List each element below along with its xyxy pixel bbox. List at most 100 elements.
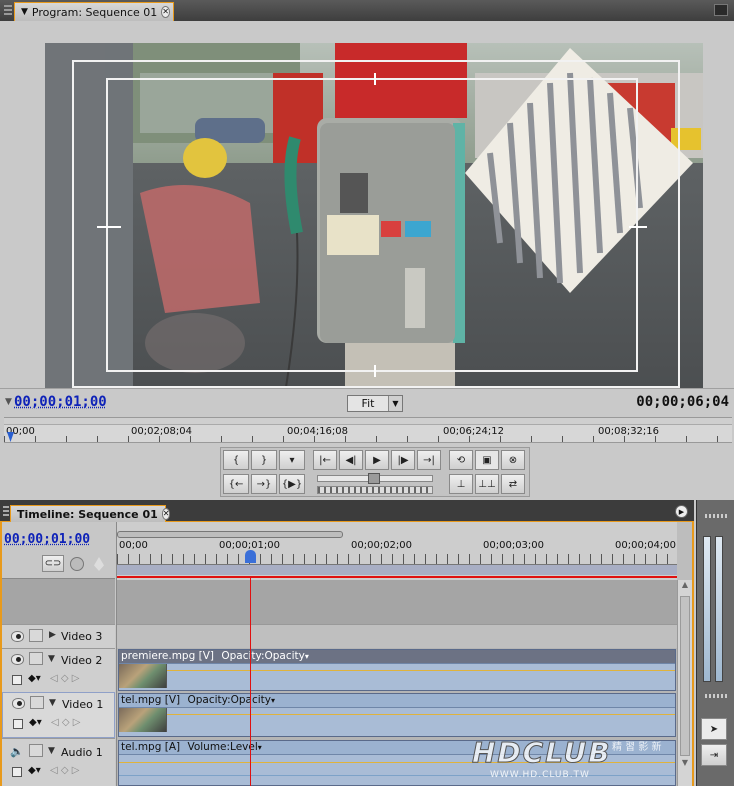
shuttle-handle[interactable] bbox=[368, 473, 380, 484]
program-time-ruler[interactable]: 00;00 00;02;08;04 00;04;16;08 00;06;24;1… bbox=[4, 417, 732, 443]
grip-icon[interactable] bbox=[705, 694, 727, 698]
zoom-value: Fit bbox=[361, 397, 375, 410]
timeline-ruler[interactable]: 00;00 00;00;01;00 00;00;02;00 00;00;03;0… bbox=[117, 522, 677, 580]
lock-toggle[interactable] bbox=[29, 652, 43, 665]
display-style-icon[interactable] bbox=[12, 767, 22, 777]
output-button[interactable]: ⊗ bbox=[501, 450, 525, 470]
keyframe-toggle-icon[interactable]: ◆▾ bbox=[29, 717, 42, 728]
keyframe-toggle-icon[interactable]: ◆▾ bbox=[28, 765, 41, 776]
set-in-point-button[interactable]: { bbox=[223, 450, 249, 470]
go-to-in-button[interactable]: {← bbox=[223, 474, 249, 494]
tools-and-meters-panel: ➤ ⇥ bbox=[696, 500, 734, 786]
clip-premiere-video[interactable]: premiere.mpg [V] Opacity:Opacity▾ bbox=[118, 649, 676, 691]
set-marker-button[interactable]: ▾ bbox=[279, 450, 305, 470]
menu-triangle-icon[interactable]: ▼ bbox=[21, 7, 28, 17]
scroll-down-icon[interactable]: ▼ bbox=[678, 758, 692, 772]
speaker-icon[interactable]: 🔈 bbox=[10, 745, 24, 758]
step-to-next-edit-button[interactable]: →| bbox=[417, 450, 441, 470]
track-header-video-3: ▶ Video 3 bbox=[2, 624, 115, 648]
ruler-tick-label: 00;08;32;16 bbox=[598, 426, 660, 437]
step-forward-button[interactable]: |▶ bbox=[391, 450, 415, 470]
clip-thumbnail bbox=[119, 708, 167, 732]
program-current-timecode[interactable]: 00;00;01;00 bbox=[14, 394, 107, 410]
program-duration-timecode: 00;00;06;04 bbox=[636, 394, 729, 410]
keyframe-toggle-icon[interactable]: ◆▾ bbox=[28, 673, 41, 684]
panel-menu-icon[interactable]: ▶ bbox=[675, 505, 688, 518]
timeline-tab-label: Timeline: Sequence 01 bbox=[17, 507, 158, 521]
scroll-up-icon[interactable]: ▲ bbox=[678, 580, 692, 594]
track-select-tool-button[interactable]: ⇥ bbox=[701, 744, 727, 766]
clip-tel-video[interactable]: tel.mpg [V] Opacity:Opacity▾ bbox=[118, 693, 676, 737]
lock-toggle[interactable] bbox=[29, 744, 43, 757]
eye-icon[interactable] bbox=[11, 654, 24, 665]
program-tab-label: Program: Sequence 01 bbox=[31, 5, 158, 19]
display-style-icon[interactable] bbox=[13, 719, 23, 729]
clip-effect-menu[interactable]: Opacity:Opacity bbox=[221, 650, 305, 662]
shuttle-slider[interactable] bbox=[317, 473, 433, 484]
clip-tel-audio[interactable]: tel.mpg [A] Volume:Level▾ bbox=[118, 740, 676, 786]
loop-button[interactable]: ⟲ bbox=[449, 450, 473, 470]
timeline-vertical-scrollbar[interactable]: ▲ ▼ bbox=[677, 580, 692, 786]
selection-tool-button[interactable]: ➤ bbox=[701, 718, 727, 740]
audio-meter-left bbox=[703, 536, 711, 682]
keyframe-nav-icon[interactable]: ◁ ◇ ▷ bbox=[50, 765, 79, 776]
collapse-triangle-icon[interactable]: ▼ bbox=[49, 698, 56, 708]
track-name: Video 3 bbox=[61, 630, 103, 643]
close-tab-icon[interactable]: ✕ bbox=[161, 6, 170, 18]
keyframe-nav-icon[interactable]: ◁ ◇ ▷ bbox=[50, 673, 79, 684]
zoom-dropdown-icon[interactable]: ▼ bbox=[388, 396, 402, 411]
tab-program-sequence[interactable]: ▼ Program: Sequence 01 ✕ bbox=[14, 2, 174, 21]
step-to-previous-edit-button[interactable]: |← bbox=[313, 450, 337, 470]
lock-toggle[interactable] bbox=[29, 629, 43, 642]
panel-menu-icon[interactable] bbox=[714, 4, 728, 16]
zoom-select[interactable]: Fit ▼ bbox=[347, 395, 403, 412]
playhead-handle[interactable] bbox=[245, 550, 256, 563]
eye-icon[interactable] bbox=[12, 698, 25, 709]
scroll-thumb[interactable] bbox=[680, 596, 690, 756]
video-3-track[interactable] bbox=[117, 624, 677, 648]
tracks-area[interactable]: premiere.mpg [V] Opacity:Opacity▾ tel.mp… bbox=[117, 576, 677, 786]
set-out-point-button[interactable]: } bbox=[251, 450, 277, 470]
safe-margins-button[interactable]: ▣ bbox=[475, 450, 499, 470]
timeline-panel: 00;00;01;00 ⊂⊃ ▶ Video 3 ▼ Video 2 ◆▾ ◁ … bbox=[0, 522, 694, 786]
step-back-button[interactable]: ◀| bbox=[339, 450, 363, 470]
lock-toggle[interactable] bbox=[30, 696, 44, 709]
program-monitor-tabbar: ▼ Program: Sequence 01 ✕ bbox=[0, 0, 734, 21]
snap-button[interactable]: ⊂⊃ bbox=[42, 555, 64, 572]
audio-meter-right bbox=[715, 536, 723, 682]
expand-triangle-icon[interactable]: ▶ bbox=[49, 630, 56, 640]
tab-timeline-sequence[interactable]: Timeline: Sequence 01 ✕ bbox=[10, 505, 171, 522]
transport-controls: { } ▾ {← →} {▶} |← ◀| ▶ |▶ →| ⟲ ▣ ⊗ ⊥ ⊥⊥… bbox=[220, 447, 530, 497]
track-name: Audio 1 bbox=[61, 746, 103, 759]
set-encore-marker-icon[interactable] bbox=[70, 557, 84, 571]
keyframe-nav-icon[interactable]: ◁ ◇ ▷ bbox=[51, 717, 80, 728]
grip-icon[interactable] bbox=[4, 5, 12, 16]
track-name: Video 1 bbox=[62, 698, 104, 711]
clip-effect-menu[interactable]: Opacity:Opacity bbox=[187, 694, 271, 706]
playhead-line bbox=[250, 576, 251, 786]
close-tab-icon[interactable]: ✕ bbox=[161, 508, 171, 520]
timeline-current-timecode[interactable]: 00;00;01;00 bbox=[4, 532, 90, 547]
set-marker-icon[interactable] bbox=[94, 557, 104, 571]
clip-name: tel.mpg [A] bbox=[121, 741, 181, 753]
play-in-to-out-button[interactable]: {▶} bbox=[279, 474, 305, 494]
video-frame[interactable] bbox=[45, 43, 703, 409]
eye-icon[interactable] bbox=[11, 631, 24, 642]
extract-button[interactable]: ⊥⊥ bbox=[475, 474, 499, 494]
display-style-icon[interactable] bbox=[12, 675, 22, 685]
lift-button[interactable]: ⊥ bbox=[449, 474, 473, 494]
jog-disk[interactable] bbox=[317, 486, 433, 494]
trim-button[interactable]: ⇄ bbox=[501, 474, 525, 494]
clip-effect-menu[interactable]: Volume:Level bbox=[187, 741, 257, 753]
grip-icon[interactable] bbox=[3, 506, 9, 517]
zoom-scroll-bar[interactable] bbox=[117, 531, 343, 538]
ruler-tick-label: 00;06;24;12 bbox=[443, 426, 505, 437]
grip-icon[interactable] bbox=[705, 514, 727, 518]
viewing-area-bar[interactable] bbox=[4, 418, 732, 425]
work-area-bar[interactable] bbox=[117, 564, 677, 575]
render-bar bbox=[117, 576, 677, 578]
collapse-triangle-icon[interactable]: ▼ bbox=[48, 746, 55, 756]
go-to-out-button[interactable]: →} bbox=[251, 474, 277, 494]
collapse-triangle-icon[interactable]: ▼ bbox=[48, 654, 55, 664]
play-button[interactable]: ▶ bbox=[365, 450, 389, 470]
